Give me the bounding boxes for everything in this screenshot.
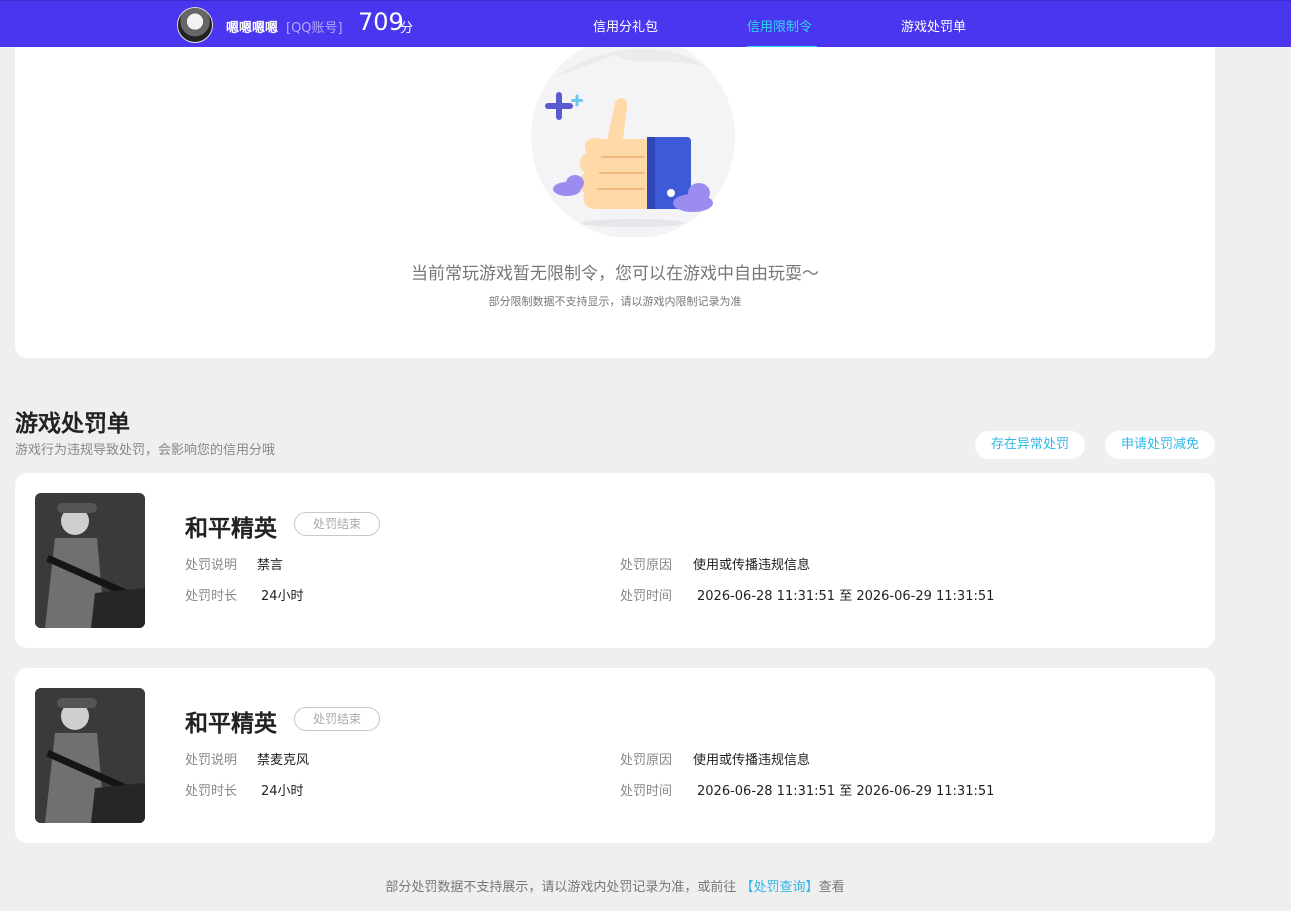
penalty-time-label: 处罚时间 (620, 784, 673, 799)
penalty-query-link[interactable]: 【处罚查询】 (741, 880, 819, 895)
penalty-card: 和平精英 处罚结束 处罚说明 禁言 处罚时长 24小时 处罚原因 使用或传播违规… (15, 473, 1215, 648)
penalty-reason-label: 处罚原因 (620, 753, 673, 768)
penalty-time-value: 2026-06-28 11:31:51 至 2026-06-29 11:31:5… (697, 784, 995, 799)
tab-credit-restriction[interactable]: 信用限制令 (747, 16, 817, 48)
game-cover-image (35, 688, 145, 823)
footer-note-text: 部分处罚数据不支持展示，请以游戏内处罚记录为准，或前往 (385, 880, 741, 895)
credit-score: 709 (358, 8, 404, 36)
penalty-duration-label: 处罚时长 (185, 784, 238, 799)
account-type-label: [QQ账号] (286, 21, 343, 36)
footer-note: 部分处罚数据不支持展示，请以游戏内处罚记录为准，或前往 【处罚查询】查看 (0, 876, 1230, 895)
penalty-duration-label: 处罚时长 (185, 589, 238, 604)
apply-reduction-button[interactable]: 申请处罚减免 (1105, 431, 1215, 459)
thumbs-up-illustration (531, 47, 735, 237)
game-cover-image (35, 493, 145, 628)
status-badge: 处罚结束 (294, 512, 380, 536)
avatar[interactable] (177, 7, 213, 43)
penalty-card: 和平精英 处罚结束 处罚说明 禁麦克风 处罚时长 24小时 处罚原因 使用或传播… (15, 668, 1215, 843)
tab-credit-gift[interactable]: 信用分礼包 (593, 16, 663, 48)
penalty-time-label: 处罚时间 (620, 589, 673, 604)
empty-state-subtitle: 部分限制数据不支持显示，请以游戏内限制记录为准 (488, 295, 742, 308)
restriction-empty-card: 当前常玩游戏暂无限制令，您可以在游戏中自由玩耍～ 部分限制数据不支持显示，请以游… (15, 47, 1215, 358)
penalty-desc-label: 处罚说明 (185, 558, 238, 573)
penalty-reason-label: 处罚原因 (620, 558, 673, 573)
penalty-reason-value: 使用或传播违规信息 (693, 558, 811, 573)
penalty-desc-label: 处罚说明 (185, 753, 238, 768)
penalty-section-subtitle: 游戏行为违规导致处罚，会影响您的信用分哦 (15, 443, 276, 458)
penalty-duration-value: 24小时 (261, 589, 304, 604)
empty-state-title: 当前常玩游戏暂无限制令，您可以在游戏中自由玩耍～ (411, 264, 819, 284)
user-nickname: 嗯嗯嗯嗯 (226, 21, 279, 36)
penalty-desc-value: 禁麦克风 (257, 753, 310, 768)
penalty-time-value: 2026-06-28 11:31:51 至 2026-06-29 11:31:5… (697, 589, 995, 604)
game-name: 和平精英 (185, 516, 277, 542)
abnormal-penalty-button[interactable]: 存在异常处罚 (975, 431, 1085, 459)
penalty-reason-value: 使用或传播违规信息 (693, 753, 811, 768)
status-badge: 处罚结束 (294, 707, 380, 731)
game-name: 和平精英 (185, 711, 277, 737)
penalty-desc-value: 禁言 (257, 558, 284, 573)
top-nav-bar: 嗯嗯嗯嗯 [QQ账号] 709 分 信用分礼包 信用限制令 游戏处罚单 (0, 0, 1291, 48)
credit-score-unit: 分 (400, 21, 414, 36)
penalty-duration-value: 24小时 (261, 784, 304, 799)
penalty-section-title: 游戏处罚单 (15, 411, 130, 437)
footer-note-suffix: 查看 (818, 880, 845, 895)
tab-game-penalty[interactable]: 游戏处罚单 (901, 16, 971, 48)
